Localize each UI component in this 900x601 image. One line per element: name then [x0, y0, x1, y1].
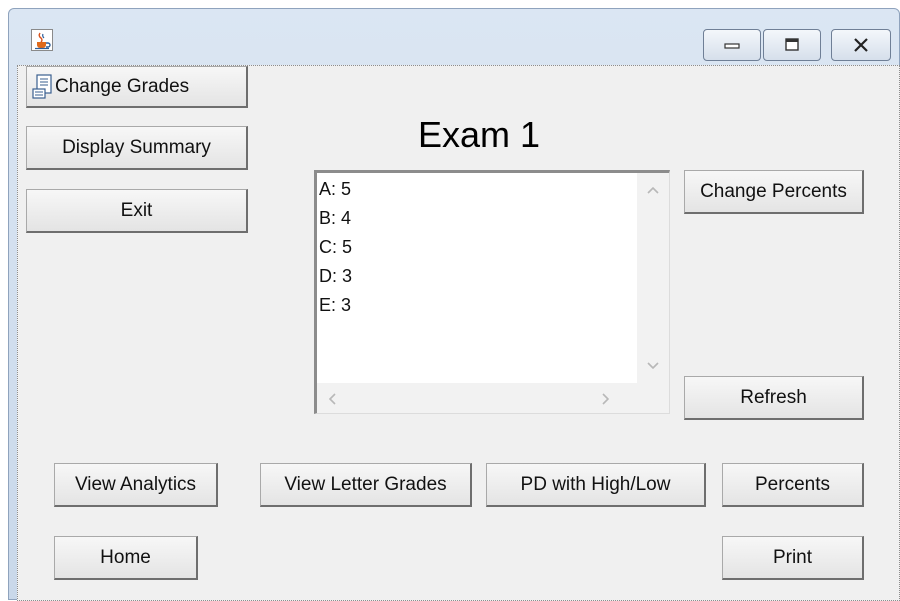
list-item[interactable]: E: 3 — [319, 291, 637, 320]
print-button[interactable]: Print — [722, 536, 864, 580]
grades-list[interactable]: A: 5 B: 4 C: 5 D: 3 E: 3 — [319, 175, 637, 385]
minimize-button[interactable] — [703, 29, 761, 61]
document-icon — [31, 73, 53, 100]
scroll-up-icon[interactable] — [646, 185, 660, 195]
scroll-left-icon[interactable] — [327, 392, 337, 406]
close-icon — [854, 38, 868, 52]
content-panel: Change Grades Display Summary Exit Exam … — [17, 65, 900, 601]
close-button[interactable] — [831, 29, 891, 61]
scroll-right-icon[interactable] — [601, 392, 611, 406]
java-coffee-cup-icon[interactable] — [31, 29, 53, 51]
change-grades-label: Change Grades — [55, 75, 190, 97]
change-percents-button[interactable]: Change Percents — [684, 170, 864, 214]
list-item[interactable]: B: 4 — [319, 204, 637, 233]
view-letter-grades-button[interactable]: View Letter Grades — [260, 463, 472, 507]
home-button[interactable]: Home — [54, 536, 198, 580]
change-grades-button[interactable]: Change Grades — [26, 66, 248, 108]
refresh-button[interactable]: Refresh — [684, 376, 864, 420]
view-analytics-button[interactable]: View Analytics — [54, 463, 218, 507]
title-bar[interactable] — [9, 9, 899, 65]
exit-button[interactable]: Exit — [26, 189, 248, 233]
maximize-button[interactable] — [763, 29, 821, 61]
list-item[interactable]: D: 3 — [319, 262, 637, 291]
exam-title: Exam 1 — [418, 114, 541, 155]
vertical-scrollbar[interactable] — [637, 173, 669, 383]
display-summary-button[interactable]: Display Summary — [26, 126, 248, 170]
horizontal-scrollbar[interactable] — [317, 383, 637, 413]
grades-scroll-pane[interactable]: A: 5 B: 4 C: 5 D: 3 E: 3 — [314, 170, 670, 414]
list-item[interactable]: A: 5 — [319, 175, 637, 204]
minimize-icon — [724, 43, 740, 49]
application-window: Change Grades Display Summary Exit Exam … — [8, 8, 900, 601]
maximize-icon — [785, 38, 799, 51]
list-item[interactable]: C: 5 — [319, 233, 637, 262]
scrollbar-corner — [637, 383, 669, 413]
scroll-down-icon[interactable] — [646, 361, 660, 371]
percents-button[interactable]: Percents — [722, 463, 864, 507]
pd-with-high-low-button[interactable]: PD with High/Low — [486, 463, 706, 507]
